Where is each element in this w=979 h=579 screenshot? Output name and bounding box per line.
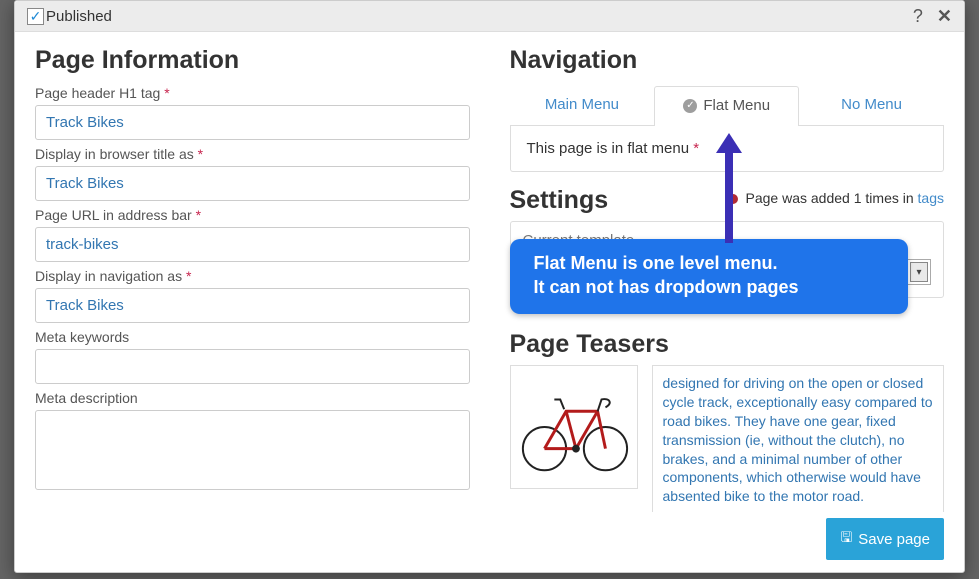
nav-display-input[interactable]	[35, 288, 470, 323]
help-icon[interactable]: ?	[913, 7, 923, 25]
published-checkbox[interactable]: ✓ Published	[27, 8, 112, 25]
meta-description-input[interactable]	[35, 410, 470, 490]
browser-title-label: Display in browser title as *	[35, 146, 470, 162]
modal-footer: 🖫 Save page	[15, 512, 964, 572]
check-circle-icon: ✓	[683, 99, 697, 113]
teaser-image[interactable]	[510, 365, 638, 489]
page-teasers-heading: Page Teasers	[510, 330, 945, 359]
page-edit-modal: ✓ Published ? ✕ Page Information Page he…	[14, 0, 965, 573]
url-input[interactable]	[35, 227, 470, 262]
h1-input[interactable]	[35, 105, 470, 140]
tags-note: Page was added 1 times in tags	[728, 190, 944, 206]
page-information-heading: Page Information	[35, 46, 470, 75]
right-panel: Navigation Main Menu ✓ Flat Menu No Menu…	[510, 46, 945, 504]
h1-label: Page header H1 tag *	[35, 85, 470, 101]
navigation-heading: Navigation	[510, 46, 945, 75]
meta-keywords-label: Meta keywords	[35, 329, 470, 345]
bicycle-icon	[515, 372, 633, 482]
navigation-tabs: Main Menu ✓ Flat Menu No Menu	[510, 85, 945, 126]
browser-title-input[interactable]	[35, 166, 470, 201]
chevron-down-icon: ▾	[910, 262, 928, 282]
page-information-panel: Page Information Page header H1 tag * Di…	[35, 46, 470, 504]
annotation-arrow-icon	[720, 133, 738, 243]
tab-no-menu[interactable]: No Menu	[799, 85, 944, 125]
save-page-button[interactable]: 🖫 Save page	[826, 518, 944, 560]
tab-flat-menu[interactable]: ✓ Flat Menu	[654, 86, 799, 126]
tab-main-menu[interactable]: Main Menu	[510, 85, 655, 125]
annotation-callout: Flat Menu is one level menu. It can not …	[510, 239, 908, 314]
settings-heading: Settings	[510, 186, 609, 215]
save-icon: 🖫	[840, 527, 852, 551]
url-label: Page URL in address bar *	[35, 207, 470, 223]
close-icon[interactable]: ✕	[937, 7, 952, 25]
tags-link[interactable]: tags	[918, 190, 944, 206]
published-label: Published	[46, 8, 112, 25]
modal-header: ✓ Published ? ✕	[15, 1, 964, 32]
page-type-select[interactable]: ▾	[907, 259, 931, 285]
meta-description-label: Meta description	[35, 390, 470, 406]
nav-display-label: Display in navigation as *	[35, 268, 470, 284]
meta-keywords-input[interactable]	[35, 349, 470, 384]
teaser-text[interactable]: designed for driving on the open or clos…	[652, 365, 945, 512]
checkmark-icon: ✓	[27, 8, 44, 25]
